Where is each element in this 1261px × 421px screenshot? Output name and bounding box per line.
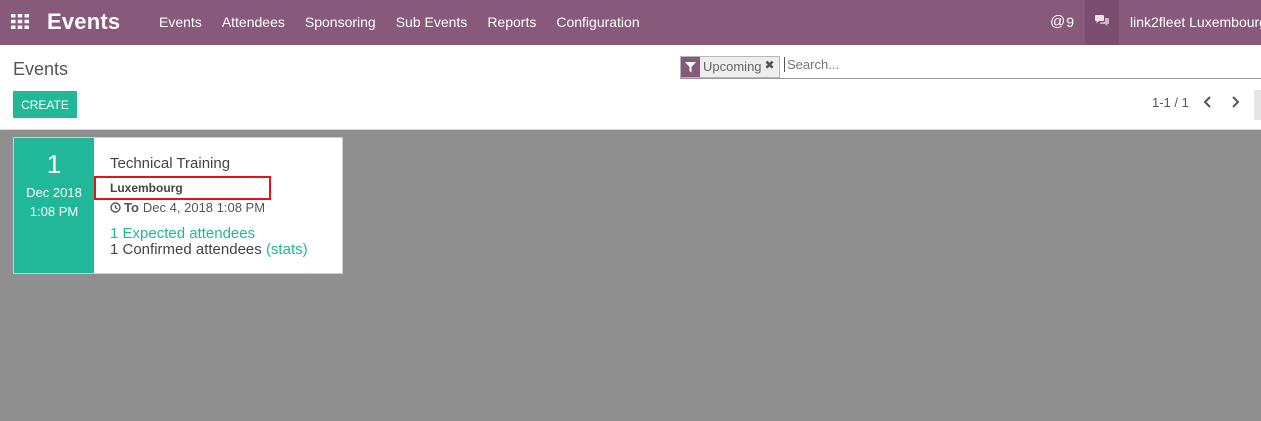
- event-time: 1:08 PM: [29, 204, 79, 219]
- top-navbar: Events Events Attendees Sponsoring Sub E…: [0, 0, 1261, 45]
- chevron-left-icon[interactable]: [1202, 95, 1214, 109]
- event-card-body: Technical Training Luxembourg To Dec 4, …: [94, 138, 342, 273]
- search-bar: Upcoming ✖: [680, 55, 1261, 79]
- chevron-right-icon[interactable]: [1229, 95, 1241, 109]
- mentions-count: 9: [1066, 13, 1075, 30]
- menu-item-configuration[interactable]: Configuration: [556, 14, 639, 30]
- user-menu[interactable]: link2fleet Luxembourg: [1130, 14, 1261, 30]
- create-button[interactable]: CREATE: [13, 91, 77, 118]
- confirmed-attendees-text: 1 Confirmed attendees: [110, 241, 262, 258]
- expected-attendees-link[interactable]: 1 Expected attendees: [110, 225, 255, 242]
- menu-item-events[interactable]: Events: [159, 14, 202, 30]
- search-input[interactable]: [784, 57, 1257, 72]
- clock-icon: [110, 202, 121, 213]
- menu-item-attendees[interactable]: Attendees: [222, 14, 285, 30]
- filter-icon: [681, 57, 700, 77]
- event-day: 1: [46, 149, 62, 179]
- chat-icon: [1095, 15, 1109, 27]
- remove-facet-icon[interactable]: ✖: [765, 57, 779, 77]
- app-title: Events: [47, 9, 121, 34]
- chat-button[interactable]: [1085, 0, 1119, 45]
- event-card[interactable]: 1 Dec 2018 1:08 PM Technical Training Lu…: [13, 137, 343, 274]
- event-name: Technical Training: [110, 155, 231, 172]
- event-end-date: To Dec 4, 2018 1:08 PM: [110, 200, 265, 215]
- breadcrumb: Events: [13, 59, 69, 79]
- event-location: Luxembourg: [110, 181, 183, 195]
- confirmed-attendees: 1 Confirmed attendees (stats): [110, 241, 308, 258]
- apps-grid-icon[interactable]: [11, 14, 29, 29]
- view-switcher-edge[interactable]: [1254, 90, 1261, 120]
- control-panel: Events Upcoming ✖ CREATE 1-1 / 1: [0, 45, 1261, 130]
- menu-item-sub-events[interactable]: Sub Events: [396, 14, 468, 30]
- event-date-block: 1 Dec 2018 1:08 PM: [14, 138, 94, 273]
- stats-link[interactable]: (stats): [266, 241, 308, 258]
- main-menu: Events Attendees Sponsoring Sub Events R…: [159, 14, 660, 30]
- menu-item-sponsoring[interactable]: Sponsoring: [305, 14, 376, 30]
- pager-value[interactable]: 1-1 / 1: [1152, 95, 1189, 110]
- filter-facet-label: Upcoming: [703, 59, 762, 74]
- event-month-year: Dec 2018: [26, 185, 82, 200]
- to-label: To: [124, 200, 139, 215]
- filter-facet[interactable]: Upcoming ✖: [680, 56, 780, 78]
- mentions-button[interactable]: @ 9: [1050, 13, 1074, 30]
- end-date-value: Dec 4, 2018 1:08 PM: [142, 200, 266, 215]
- at-icon: @: [1050, 13, 1066, 30]
- menu-item-reports[interactable]: Reports: [487, 14, 536, 30]
